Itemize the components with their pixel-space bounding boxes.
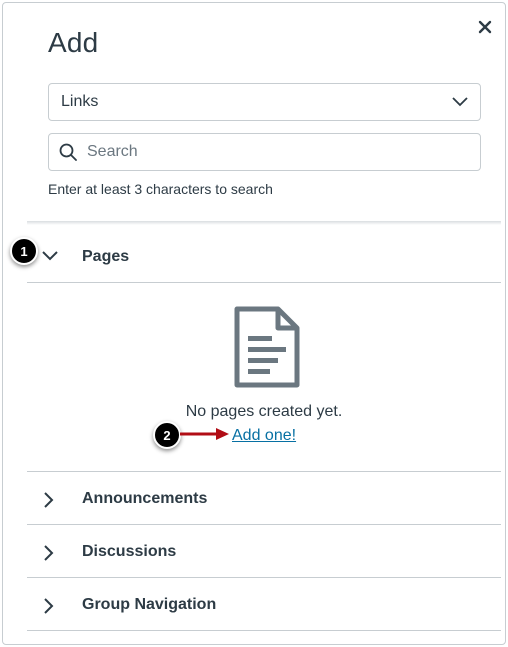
section-discussions-label: Discussions: [82, 542, 177, 560]
search-icon: [59, 143, 77, 161]
document-icon: [234, 306, 300, 388]
section-announcements-label: Announcements: [82, 489, 208, 507]
link-type-selected-value: Links: [61, 93, 99, 110]
search-field[interactable]: [48, 133, 481, 171]
link-type-select[interactable]: Links: [48, 83, 481, 121]
callout-badge-1: 1: [10, 237, 38, 265]
search-input[interactable]: [87, 143, 467, 161]
callout-arrow-icon: [180, 428, 229, 440]
section-group-navigation-label: Group Navigation: [82, 595, 217, 613]
add-link-panel: Add Links Enter at least 3 characters to…: [2, 2, 506, 645]
callout-badge-2: 2: [153, 421, 181, 449]
close-button[interactable]: [473, 15, 497, 39]
chevron-down-icon: [42, 251, 58, 261]
chevron-right-icon: [44, 598, 54, 614]
pages-empty-state: No pages created yet. Add one!: [27, 284, 501, 472]
section-group-navigation[interactable]: Group Navigation: [27, 579, 501, 631]
section-announcements[interactable]: Announcements: [27, 473, 501, 525]
pages-empty-message: No pages created yet.: [185, 403, 343, 420]
section-pages-label: Pages: [82, 247, 130, 265]
panel-title: Add: [48, 27, 99, 58]
section-discussions[interactable]: Discussions: [27, 526, 501, 578]
chevron-down-icon: [452, 97, 468, 107]
section-divider: [27, 221, 501, 225]
chevron-right-icon: [44, 492, 54, 508]
search-hint: Enter at least 3 characters to search: [48, 181, 273, 197]
close-icon: [478, 20, 492, 34]
add-page-link[interactable]: Add one!: [232, 427, 296, 445]
section-pages[interactable]: Pages: [27, 231, 501, 283]
chevron-right-icon: [44, 545, 54, 561]
